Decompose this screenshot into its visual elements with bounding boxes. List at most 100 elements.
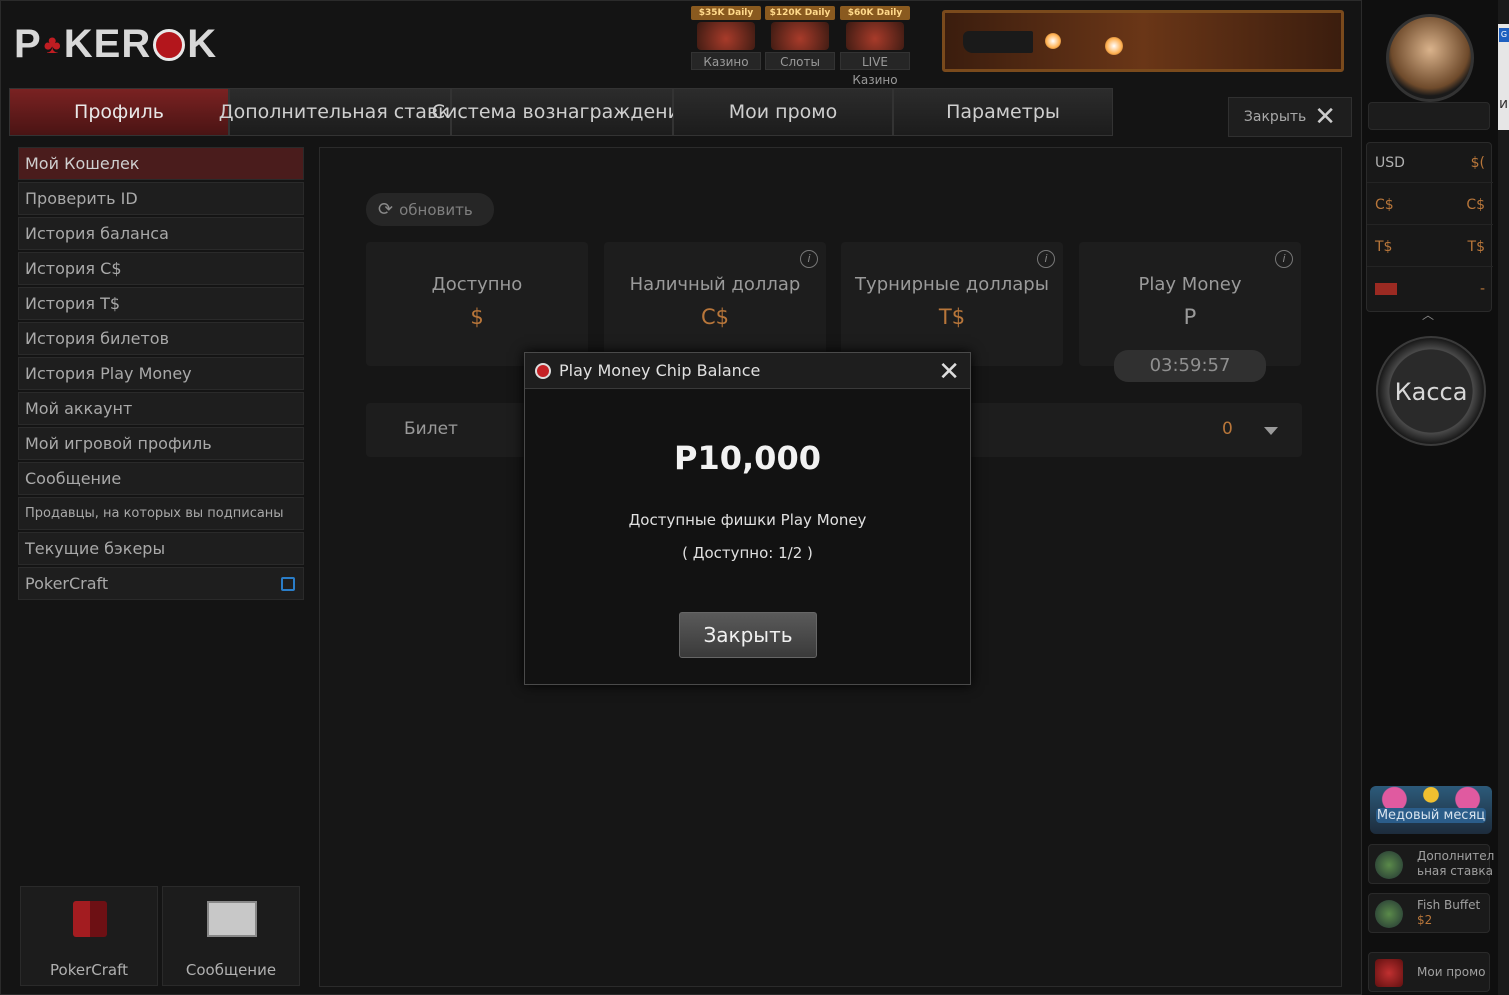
dealer-icon <box>846 22 904 50</box>
modal-close-button[interactable]: Закрыть <box>679 612 817 658</box>
menu-balance-history[interactable]: История баланса <box>18 217 304 250</box>
my-promos-button[interactable]: Мои промо <box>1368 952 1490 992</box>
card-title: Турнирные доллары <box>855 274 1049 295</box>
balance-card-cash-dollar: i Наличный доллар C$ <box>604 242 826 366</box>
menu-td-history[interactable]: История T$ <box>18 287 304 320</box>
flash-icon <box>1105 37 1123 55</box>
play-money-amount: P10,000 <box>674 439 821 477</box>
extra-bet-icon <box>1375 851 1403 879</box>
flash-icon <box>1045 33 1061 49</box>
promo-label: Медовый месяц <box>1376 808 1486 823</box>
logo-text: KER <box>63 22 152 66</box>
message-button[interactable]: Сообщение <box>162 886 300 986</box>
game-casino[interactable]: $35K Daily Казино <box>691 6 761 72</box>
profile-tabs: Профиль Дополнительная ставка Система во… <box>9 88 1113 136</box>
promo-line: ьная ставка <box>1417 864 1493 878</box>
info-icon[interactable]: i <box>1037 250 1055 268</box>
envelope-icon <box>207 901 257 937</box>
close-icon: ✕ <box>1314 102 1337 132</box>
username-bar <box>1368 102 1490 130</box>
card-value: T$ <box>938 305 966 329</box>
game-label: Казино <box>691 52 761 70</box>
menu-pokercraft-label: PokerCraft <box>25 574 109 593</box>
menu-cd-history[interactable]: История C$ <box>18 252 304 285</box>
balance-key: C$ <box>1375 197 1394 213</box>
close-profile-button[interactable]: Закрыть ✕ <box>1228 97 1352 137</box>
slot-machine-icon <box>771 22 829 50</box>
chevron-down-icon[interactable] <box>1264 427 1278 435</box>
game-live-casino[interactable]: $60K Daily LIVE Казино <box>840 6 910 87</box>
chip-icon <box>153 28 186 61</box>
menu-my-account[interactable]: Мой аккаунт <box>18 392 304 425</box>
menu-ticket-history[interactable]: История билетов <box>18 322 304 355</box>
edge-block <box>1498 0 1509 24</box>
cashier-button[interactable]: Касса <box>1376 336 1486 446</box>
chevron-up-icon[interactable]: ︿ <box>1422 306 1436 322</box>
honey-month-promo[interactable]: Медовый месяц <box>1370 786 1492 834</box>
game-jackpot-badge: $35K Daily <box>691 6 761 20</box>
refresh-button[interactable]: ⟳ обновить <box>366 193 494 226</box>
balance-value: T$ <box>1467 239 1485 255</box>
balance-card-available: Доступно $ <box>366 242 588 366</box>
menu-current-backers[interactable]: Текущие бэкеры <box>18 532 304 565</box>
modal-header: Play Money Chip Balance ✕ <box>525 353 970 389</box>
menu-game-profile[interactable]: Мой игровой профиль <box>18 427 304 460</box>
balance-value: $( <box>1470 155 1485 171</box>
tab-extra-bet[interactable]: Дополнительная ставка <box>219 88 461 136</box>
avatar[interactable] <box>1386 14 1474 102</box>
promo-text: Дополнител ьная ставка <box>1417 849 1494 879</box>
message-label: Сообщение <box>185 961 277 979</box>
fish-icon <box>1375 900 1403 928</box>
fish-buffet-promo[interactable]: Fish Buffet $2 <box>1368 893 1490 933</box>
close-label: Закрыть <box>1243 109 1307 125</box>
club-icon: ♣ <box>43 29 62 59</box>
pokercraft-label: PokerCraft <box>50 961 128 979</box>
menu-play-money-history[interactable]: История Play Money <box>18 357 304 390</box>
modal-availability: ( Доступно: 1/2 ) <box>682 544 813 562</box>
menu-pokercraft[interactable]: PokerCraft <box>18 567 304 600</box>
gift-icon <box>1375 959 1403 987</box>
balance-value: - <box>1479 281 1485 297</box>
card-value: C$ <box>700 305 730 329</box>
profile-side-menu: Мой Кошелек Проверить ID История баланса… <box>18 147 304 602</box>
flowers-icon <box>1370 786 1492 808</box>
edge-badge: G <box>1499 28 1509 42</box>
pokerok-logo[interactable]: P ♣ KER K <box>14 22 217 67</box>
balance-row-usd: USD $( <box>1367 143 1493 183</box>
extra-bet-promo[interactable]: Дополнител ьная ставка <box>1368 844 1494 884</box>
refresh-icon: ⟳ <box>378 199 394 220</box>
card-title: Play Money <box>1138 274 1242 295</box>
balance-panel: USD $( C$ C$ T$ T$ - <box>1366 142 1493 312</box>
menu-followed-sellers[interactable]: Продавцы, на которых вы подписаны <box>18 497 304 530</box>
tab-settings[interactable]: Параметры <box>893 88 1113 136</box>
promo-banner-ad[interactable] <box>942 10 1344 72</box>
promo-sub: $2 <box>1417 913 1433 927</box>
play-money-timer[interactable]: 03:59:57 <box>1114 350 1266 382</box>
card-title: Наличный доллар <box>629 274 801 295</box>
info-icon[interactable]: i <box>1275 250 1293 268</box>
tab-rewards[interactable]: Система вознаграждений <box>432 88 692 136</box>
ticket-count: 0 <box>1222 419 1233 439</box>
ticket-icon <box>1375 283 1397 295</box>
balance-card-play-money: i Play Money P <box>1079 242 1301 366</box>
info-icon[interactable]: i <box>800 250 818 268</box>
close-icon[interactable]: ✕ <box>938 357 960 387</box>
tab-my-promos[interactable]: Мои промо <box>673 88 893 136</box>
ticket-label: Билет <box>404 419 458 439</box>
card-value: P <box>1183 305 1197 329</box>
balance-row-tickets: - <box>1367 269 1493 309</box>
game-label: LIVE Казино <box>840 52 910 87</box>
promo-label: Мои промо <box>1417 965 1486 979</box>
game-slots[interactable]: $120K Daily Слоты <box>765 6 835 72</box>
game-jackpot-badge: $60K Daily <box>840 6 910 20</box>
pokercraft-button[interactable]: PokerCraft <box>20 886 158 986</box>
menu-message[interactable]: Сообщение <box>18 462 304 495</box>
tab-profile[interactable]: Профиль <box>9 88 229 136</box>
promo-line: Fish Buffet <box>1417 898 1481 912</box>
menu-verify-id[interactable]: Проверить ID <box>18 182 304 215</box>
balance-row-cd: C$ C$ <box>1367 185 1493 225</box>
card-value: $ <box>470 305 484 329</box>
external-link-icon <box>281 577 295 591</box>
balance-value: C$ <box>1466 197 1485 213</box>
menu-my-wallet[interactable]: Мой Кошелек <box>18 147 304 180</box>
